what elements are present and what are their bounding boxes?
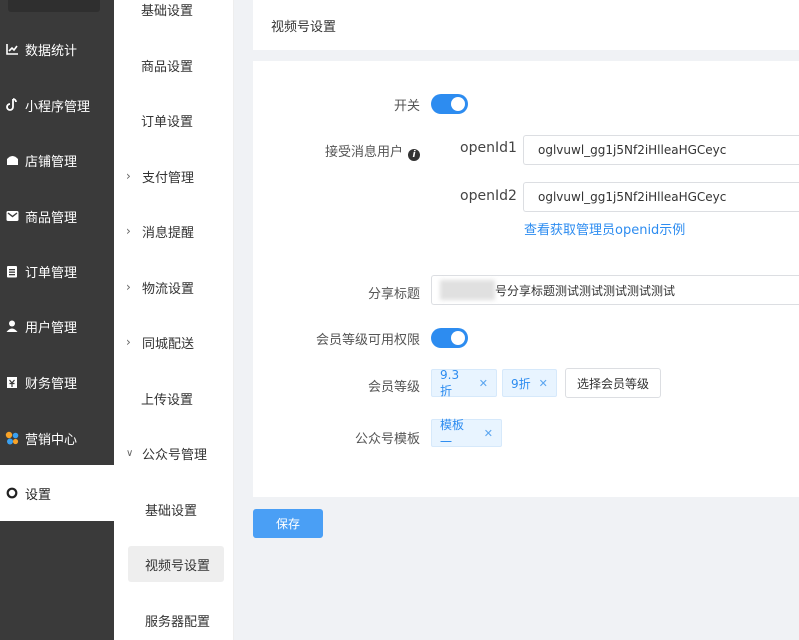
sub-item-label: 支付管理 [142, 170, 195, 186]
template-tag: 模板一 ✕ [431, 418, 502, 449]
nav-item-label: 订单管理 [25, 265, 78, 281]
chevron-right-icon: › [126, 224, 131, 238]
chart-icon [5, 42, 19, 56]
user-icon [5, 319, 19, 333]
sub-item-payment[interactable]: › 支付管理 [114, 156, 234, 196]
template-label: 公众号模板 [354, 432, 420, 447]
enable-switch[interactable] [431, 94, 468, 114]
nav-item-store[interactable]: 店铺管理 [0, 132, 114, 188]
sub-item-channels-settings[interactable]: 视频号设置 [128, 546, 224, 582]
chevron-right-icon: › [126, 335, 131, 349]
openid1-input[interactable]: oglvuwl_gg1j5Nf2iHlleaHGCeyc [523, 135, 799, 165]
nav-item-label: 用户管理 [25, 320, 78, 336]
sub-item-official-account[interactable]: ∨ 公众号管理 [114, 433, 234, 473]
member-level-tag: 9折 ✕ [502, 369, 557, 397]
nav-item-label: 商品管理 [25, 210, 78, 226]
openid2-input[interactable]: oglvuwl_gg1j5Nf2iHlleaHGCeyc [523, 182, 799, 212]
sub-item-order-settings[interactable]: 订单设置 [114, 100, 234, 140]
mail-icon [5, 209, 19, 223]
nav-item-orders[interactable]: 订单管理 [0, 243, 114, 299]
close-icon[interactable]: ✕ [484, 427, 493, 440]
openid-help-link[interactable]: 查看获取管理员openid示例 [524, 219, 685, 238]
tag-text: 9.3折 [440, 367, 460, 398]
page-title: 视频号设置 [271, 19, 337, 35]
sub-item-notifications[interactable]: › 消息提醒 [114, 211, 234, 251]
sub-item-label: 服务器配置 [145, 614, 211, 630]
nav-item-data-stats[interactable]: 数据统计 [0, 21, 114, 77]
nav-item-label: 财务管理 [25, 376, 78, 392]
openid1-label: openId1 [460, 140, 517, 156]
share-title-label: 分享标题 [367, 287, 420, 302]
info-icon[interactable]: i [408, 149, 420, 161]
tag-text: 模板一 [440, 418, 465, 449]
sub-item-label: 视频号设置 [145, 558, 211, 574]
sidebar-top-block [8, 0, 100, 12]
nav-item-goods[interactable]: 商品管理 [0, 188, 114, 244]
switch-knob [451, 97, 465, 111]
marketing-icon [5, 431, 19, 445]
chevron-down-icon: ∨ [126, 447, 134, 459]
page-header: 视频号设置 [253, 0, 799, 50]
sub-item-server-config[interactable]: 服务器配置 [114, 600, 234, 640]
chevron-right-icon: › [126, 280, 131, 294]
nav-item-label: 设置 [25, 487, 52, 503]
sub-item-label: 商品设置 [141, 59, 194, 75]
close-icon[interactable]: ✕ [539, 377, 548, 390]
nav-item-finance[interactable]: 财务管理 [0, 354, 114, 410]
sub-item-label: 基础设置 [141, 3, 194, 19]
sub-item-label: 公众号管理 [142, 447, 208, 463]
sub-item-label: 上传设置 [141, 392, 194, 408]
gear-icon [5, 486, 19, 500]
finance-icon [5, 375, 19, 389]
nav-item-settings[interactable]: 设置 [0, 465, 114, 521]
switch-label: 开关 [393, 99, 420, 114]
sub-item-upload-settings[interactable]: 上传设置 [114, 378, 234, 418]
nav-item-label: 小程序管理 [25, 99, 91, 115]
member-perm-label: 会员等级可用权限 [315, 333, 420, 348]
sub-item-label: 同城配送 [142, 336, 195, 352]
nav-item-label: 数据统计 [25, 43, 78, 59]
receiver-label-text: 接受消息用户 [324, 145, 403, 160]
sub-item-label: 订单设置 [141, 114, 194, 130]
member-level-label: 会员等级 [367, 380, 420, 395]
link-icon [5, 98, 19, 112]
tag-text: 9折 [511, 376, 531, 391]
openid2-label: openId2 [460, 188, 517, 204]
store-icon [5, 153, 19, 167]
clipboard-icon [5, 264, 19, 278]
nav-item-users[interactable]: 用户管理 [0, 298, 114, 354]
select-member-level-button[interactable]: 选择会员等级 [565, 368, 661, 398]
sub-item-label: 基础设置 [145, 503, 198, 519]
main-sidebar: 数据统计 小程序管理 店铺管理 商品管理 订单管理 用户管理 财务管理 营销中心… [0, 0, 114, 640]
save-button[interactable]: 保存 [253, 509, 323, 538]
sub-item-oa-basic-settings[interactable]: 基础设置 [114, 489, 234, 529]
close-icon[interactable]: ✕ [479, 377, 488, 390]
chevron-right-icon: › [126, 169, 131, 183]
sub-item-basic-settings[interactable]: 基础设置 [114, 0, 234, 29]
sub-item-label: 消息提醒 [142, 225, 195, 241]
nav-item-label: 营销中心 [25, 432, 78, 448]
share-title-value: 号分享标题测试测试测试测试测试 [495, 283, 676, 298]
redacted-text [440, 280, 495, 300]
sub-item-label: 物流设置 [142, 281, 195, 297]
sub-item-local-delivery[interactable]: › 同城配送 [114, 322, 234, 362]
member-level-tag: 9.3折 ✕ [431, 367, 497, 398]
nav-item-miniprogram[interactable]: 小程序管理 [0, 77, 114, 133]
sub-item-goods-settings[interactable]: 商品设置 [114, 45, 234, 85]
member-perm-switch[interactable] [431, 328, 468, 348]
settings-sidebar: 基础设置 商品设置 订单设置 › 支付管理 › 消息提醒 › 物流设置 › 同城… [114, 0, 234, 640]
sub-item-logistics[interactable]: › 物流设置 [114, 267, 234, 307]
nav-item-marketing[interactable]: 营销中心 [0, 410, 114, 466]
nav-item-label: 店铺管理 [25, 154, 78, 170]
receiver-label: 接受消息用户 i [300, 141, 420, 161]
switch-knob [451, 331, 465, 345]
